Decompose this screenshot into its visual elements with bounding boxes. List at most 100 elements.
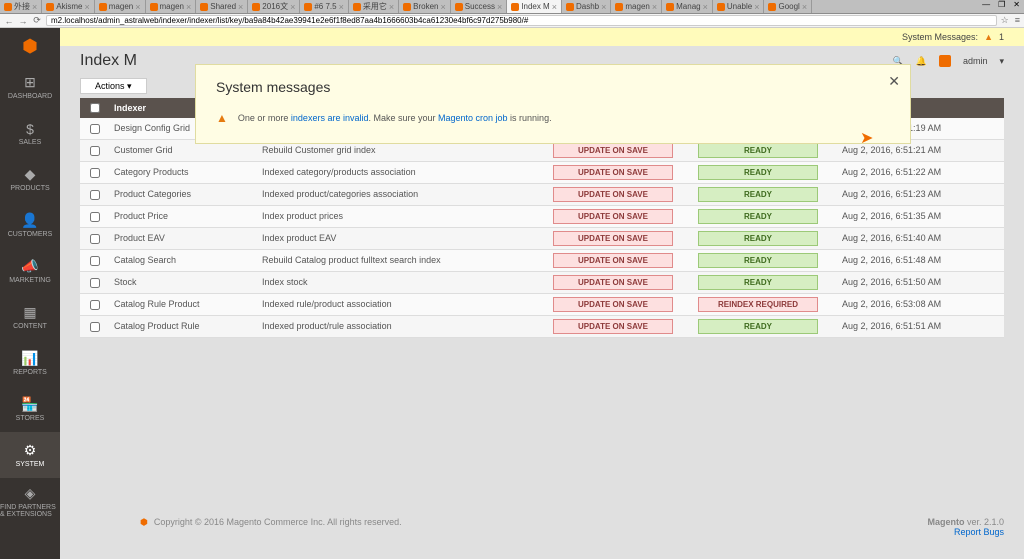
cron-job-link[interactable]: Magento cron job bbox=[438, 113, 508, 123]
browser-tab[interactable]: Index M× bbox=[507, 0, 562, 13]
browser-tab[interactable]: 采用它× bbox=[349, 0, 399, 13]
browser-tab[interactable]: #6 7.5× bbox=[300, 0, 349, 13]
tab-label: magen bbox=[625, 2, 649, 11]
warning-icon: ▲ bbox=[216, 111, 228, 125]
nav-item-stores[interactable]: 🏪STORES bbox=[0, 386, 60, 432]
modal-close-icon[interactable]: ✕ bbox=[888, 73, 900, 90]
nav-item-content[interactable]: ▦CONTENT bbox=[0, 294, 60, 340]
row-updated: Aug 2, 2016, 6:51:22 AM bbox=[838, 162, 1004, 183]
tab-close-icon[interactable]: × bbox=[389, 2, 394, 12]
banner-count: 1 bbox=[999, 32, 1004, 42]
browser-tab[interactable]: Broken× bbox=[399, 0, 451, 13]
modal-title: System messages bbox=[216, 79, 890, 95]
back-icon[interactable]: ← bbox=[4, 16, 14, 26]
tab-label: Unable bbox=[727, 2, 752, 11]
nav-item-marketing[interactable]: 📣MARKETING bbox=[0, 248, 60, 294]
nav-icon: ◈ bbox=[25, 485, 36, 502]
tab-close-icon[interactable]: × bbox=[802, 2, 807, 12]
tab-label: Index M bbox=[521, 2, 549, 11]
window-controls: — ❐ ✕ bbox=[978, 0, 1024, 13]
nav-item-sales[interactable]: $SALES bbox=[0, 110, 60, 156]
nav-icon: 📣 bbox=[21, 258, 38, 275]
browser-tab[interactable]: Unable× bbox=[713, 0, 765, 13]
row-checkbox[interactable] bbox=[90, 124, 100, 134]
actions-button[interactable]: Actions ▾ bbox=[80, 78, 147, 94]
magento-logo-icon[interactable]: ⬢ bbox=[0, 28, 60, 64]
browser-tab[interactable]: 2016文× bbox=[248, 0, 300, 13]
mode-badge: UPDATE ON SAVE bbox=[553, 297, 673, 312]
tab-close-icon[interactable]: × bbox=[135, 2, 140, 12]
user-avatar-icon[interactable] bbox=[939, 55, 951, 67]
row-checkbox[interactable] bbox=[90, 190, 100, 200]
row-checkbox[interactable] bbox=[90, 300, 100, 310]
reload-icon[interactable]: ⟳ bbox=[32, 15, 42, 26]
nav-label: REPORTS bbox=[13, 369, 47, 376]
tab-close-icon[interactable]: × bbox=[703, 2, 708, 12]
url-input[interactable] bbox=[46, 15, 997, 26]
browser-tab[interactable]: Googl× bbox=[764, 0, 812, 13]
nav-label: PRODUCTS bbox=[10, 185, 49, 192]
tab-close-icon[interactable]: × bbox=[652, 2, 657, 12]
tab-close-icon[interactable]: × bbox=[32, 2, 37, 12]
tab-close-icon[interactable]: × bbox=[497, 2, 502, 12]
tab-label: 采用它 bbox=[363, 1, 387, 12]
status-badge: READY bbox=[698, 253, 818, 268]
browser-tab[interactable]: magen× bbox=[146, 0, 197, 13]
minimize-icon[interactable]: — bbox=[982, 0, 990, 13]
mode-badge: UPDATE ON SAVE bbox=[553, 143, 673, 158]
version-value: ver. 2.1.0 bbox=[964, 517, 1004, 527]
favicon-icon bbox=[666, 3, 674, 11]
browser-tab[interactable]: magen× bbox=[95, 0, 146, 13]
tab-close-icon[interactable]: × bbox=[290, 2, 295, 12]
close-icon[interactable]: ✕ bbox=[1013, 0, 1020, 13]
nav-item-dashboard[interactable]: ⊞DASHBOARD bbox=[0, 64, 60, 110]
nav-label: SALES bbox=[19, 139, 42, 146]
tab-close-icon[interactable]: × bbox=[186, 2, 191, 12]
status-badge: READY bbox=[698, 209, 818, 224]
tab-close-icon[interactable]: × bbox=[238, 2, 243, 12]
nav-item-system[interactable]: ⚙SYSTEM bbox=[0, 432, 60, 478]
browser-tab[interactable]: Manag× bbox=[662, 0, 713, 13]
tab-close-icon[interactable]: × bbox=[441, 2, 446, 12]
tab-label: Dashb bbox=[576, 2, 599, 11]
favicon-icon bbox=[511, 3, 519, 11]
menu-icon[interactable]: ≡ bbox=[1015, 15, 1020, 26]
tab-close-icon[interactable]: × bbox=[754, 2, 759, 12]
tab-close-icon[interactable]: × bbox=[339, 2, 344, 12]
tab-label: #6 7.5 bbox=[314, 2, 336, 11]
browser-tab[interactable]: Shared× bbox=[196, 0, 248, 13]
row-checkbox[interactable] bbox=[90, 146, 100, 156]
nav-item-reports[interactable]: 📊REPORTS bbox=[0, 340, 60, 386]
browser-tab[interactable]: Dashb× bbox=[562, 0, 611, 13]
chevron-down-icon[interactable]: ▾ bbox=[999, 56, 1004, 67]
row-checkbox[interactable] bbox=[90, 168, 100, 178]
tab-close-icon[interactable]: × bbox=[85, 2, 90, 12]
notifications-icon[interactable]: 🔔 bbox=[916, 56, 927, 67]
select-all-checkbox[interactable] bbox=[90, 103, 100, 113]
row-checkbox[interactable] bbox=[90, 212, 100, 222]
browser-tab[interactable]: 外接× bbox=[0, 0, 42, 13]
browser-tab[interactable]: magen× bbox=[611, 0, 662, 13]
forward-icon[interactable]: → bbox=[18, 16, 28, 26]
nav-item-customers[interactable]: 👤CUSTOMERS bbox=[0, 202, 60, 248]
status-badge: READY bbox=[698, 231, 818, 246]
row-checkbox[interactable] bbox=[90, 322, 100, 332]
star-icon[interactable]: ☆ bbox=[1001, 15, 1009, 26]
browser-tab[interactable]: Success× bbox=[451, 0, 508, 13]
user-label[interactable]: admin bbox=[963, 56, 988, 66]
row-checkbox[interactable] bbox=[90, 234, 100, 244]
status-badge: READY bbox=[698, 165, 818, 180]
row-checkbox[interactable] bbox=[90, 256, 100, 266]
table-row: Category ProductsIndexed category/produc… bbox=[80, 162, 1004, 184]
nav-item-find-partners-extensions[interactable]: ◈FIND PARTNERS & EXTENSIONS bbox=[0, 478, 60, 524]
favicon-icon bbox=[99, 3, 107, 11]
indexers-invalid-link[interactable]: indexers are invalid bbox=[291, 113, 369, 123]
tab-close-icon[interactable]: × bbox=[552, 2, 557, 12]
row-checkbox[interactable] bbox=[90, 278, 100, 288]
nav-label: DASHBOARD bbox=[8, 93, 52, 100]
report-bugs-link[interactable]: Report Bugs bbox=[954, 527, 1004, 537]
maximize-icon[interactable]: ❐ bbox=[998, 0, 1005, 13]
nav-item-products[interactable]: ◆PRODUCTS bbox=[0, 156, 60, 202]
browser-tab[interactable]: Akisme× bbox=[42, 0, 95, 13]
tab-close-icon[interactable]: × bbox=[601, 2, 606, 12]
